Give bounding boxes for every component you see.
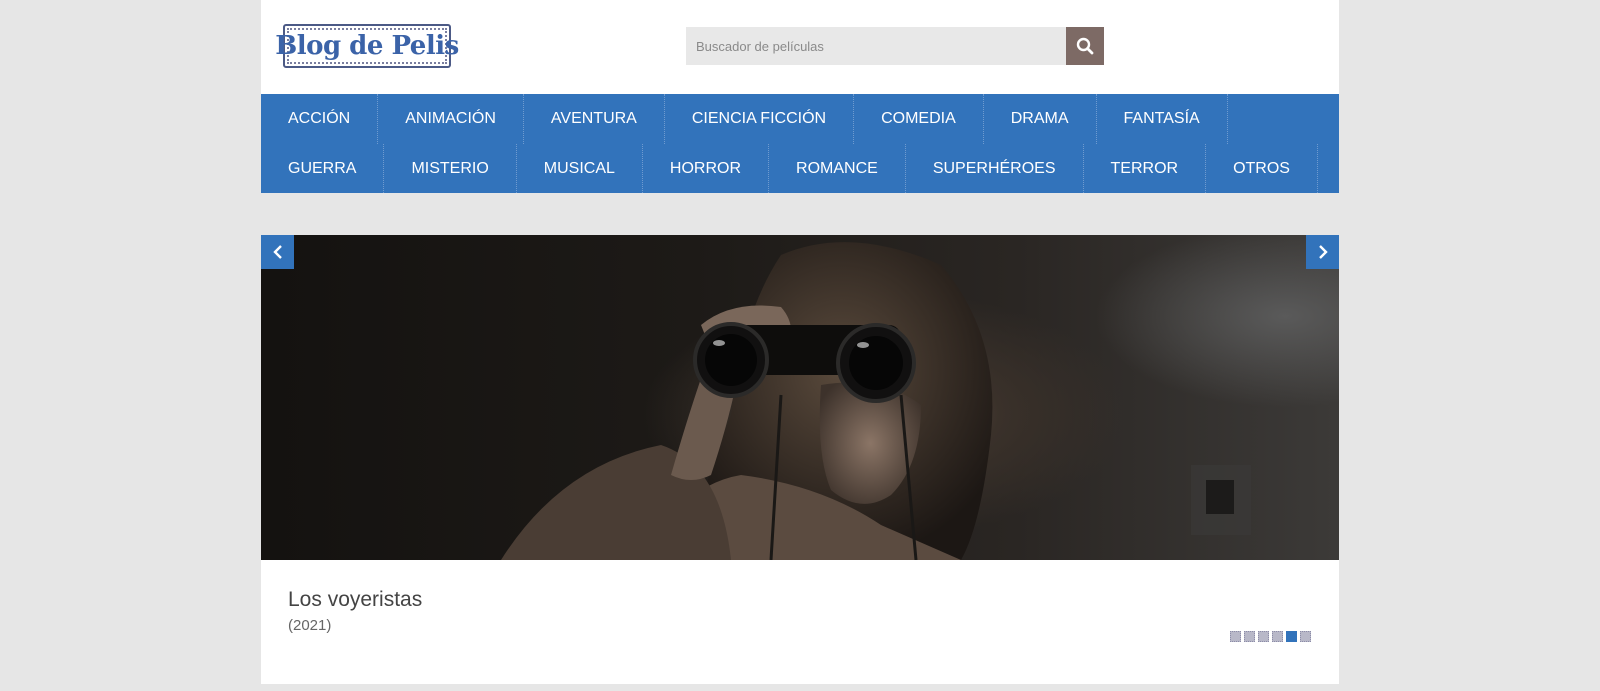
featured-slider <box>261 235 1339 560</box>
slider-pagination <box>1230 631 1311 642</box>
search-button[interactable] <box>1066 27 1104 65</box>
nav-item-terror[interactable]: TERROR <box>1084 144 1207 193</box>
slider-dot[interactable] <box>1230 631 1241 642</box>
chevron-right-icon <box>1317 244 1329 260</box>
search-bar <box>686 27 1104 65</box>
logo-frame: Blog de Pelis <box>275 28 459 64</box>
nav-item-romance[interactable]: ROMANCE <box>769 144 906 193</box>
slider-dot[interactable] <box>1300 631 1311 642</box>
nav-item-accion[interactable]: ACCIÓN <box>261 94 379 144</box>
search-icon <box>1076 37 1094 55</box>
movie-still-image <box>501 242 1251 560</box>
nav-item-guerra[interactable]: GUERRA <box>261 144 385 193</box>
nav-item-comedia[interactable]: COMEDIA <box>854 94 984 144</box>
nav-item-fantasia[interactable]: FANTASÍA <box>1097 94 1228 144</box>
slider-dot[interactable] <box>1286 631 1297 642</box>
movie-year: (2021) <box>288 617 332 634</box>
nav-item-superheroes[interactable]: SUPERHÉROES <box>906 144 1084 193</box>
logo-text: Blog de Pelis <box>275 31 459 61</box>
site-header: Blog de Pelis <box>261 0 1339 94</box>
nav-item-horror[interactable]: HORROR <box>643 144 770 193</box>
slider-dot[interactable] <box>1258 631 1269 642</box>
slider-caption: Los voyeristas (2021) <box>261 560 1339 684</box>
nav-item-animacion[interactable]: ANIMACIÓN <box>378 94 524 144</box>
search-input[interactable] <box>686 27 1066 65</box>
slider-image[interactable] <box>261 235 1339 560</box>
slider-prev-button[interactable] <box>261 235 294 269</box>
chevron-left-icon <box>272 244 284 260</box>
slider-dot[interactable] <box>1244 631 1255 642</box>
nav-item-ciencia-ficcion[interactable]: CIENCIA FICCIÓN <box>665 94 855 144</box>
nav-item-aventura[interactable]: AVENTURA <box>524 94 665 144</box>
movie-title[interactable]: Los voyeristas <box>288 588 422 612</box>
nav-item-misterio[interactable]: MISTERIO <box>384 144 517 193</box>
page-container: Blog de Pelis ACCIÓNANIMACIÓNAVENTURACIE… <box>261 0 1339 684</box>
slider-next-button[interactable] <box>1306 235 1339 269</box>
slider-dot[interactable] <box>1272 631 1283 642</box>
nav-item-musical[interactable]: MUSICAL <box>517 144 643 193</box>
nav-item-drama[interactable]: DRAMA <box>984 94 1097 144</box>
category-nav: ACCIÓN ANIMACIÓN AVENTURA CIENCIA FICCIÓN CO… <box>261 94 1339 193</box>
nav-row-1: ACCIÓN ANIMACIÓN AVENTURA CIENCIA FICCIÓN CO… <box>261 94 1339 144</box>
nav-row-2: GUERRA MISTERIO MUSICAL HORROR ROMANCE SUPERH… <box>261 144 1339 193</box>
site-logo[interactable]: Blog de Pelis <box>275 24 459 68</box>
nav-item-otros[interactable]: OTROS <box>1206 144 1318 193</box>
